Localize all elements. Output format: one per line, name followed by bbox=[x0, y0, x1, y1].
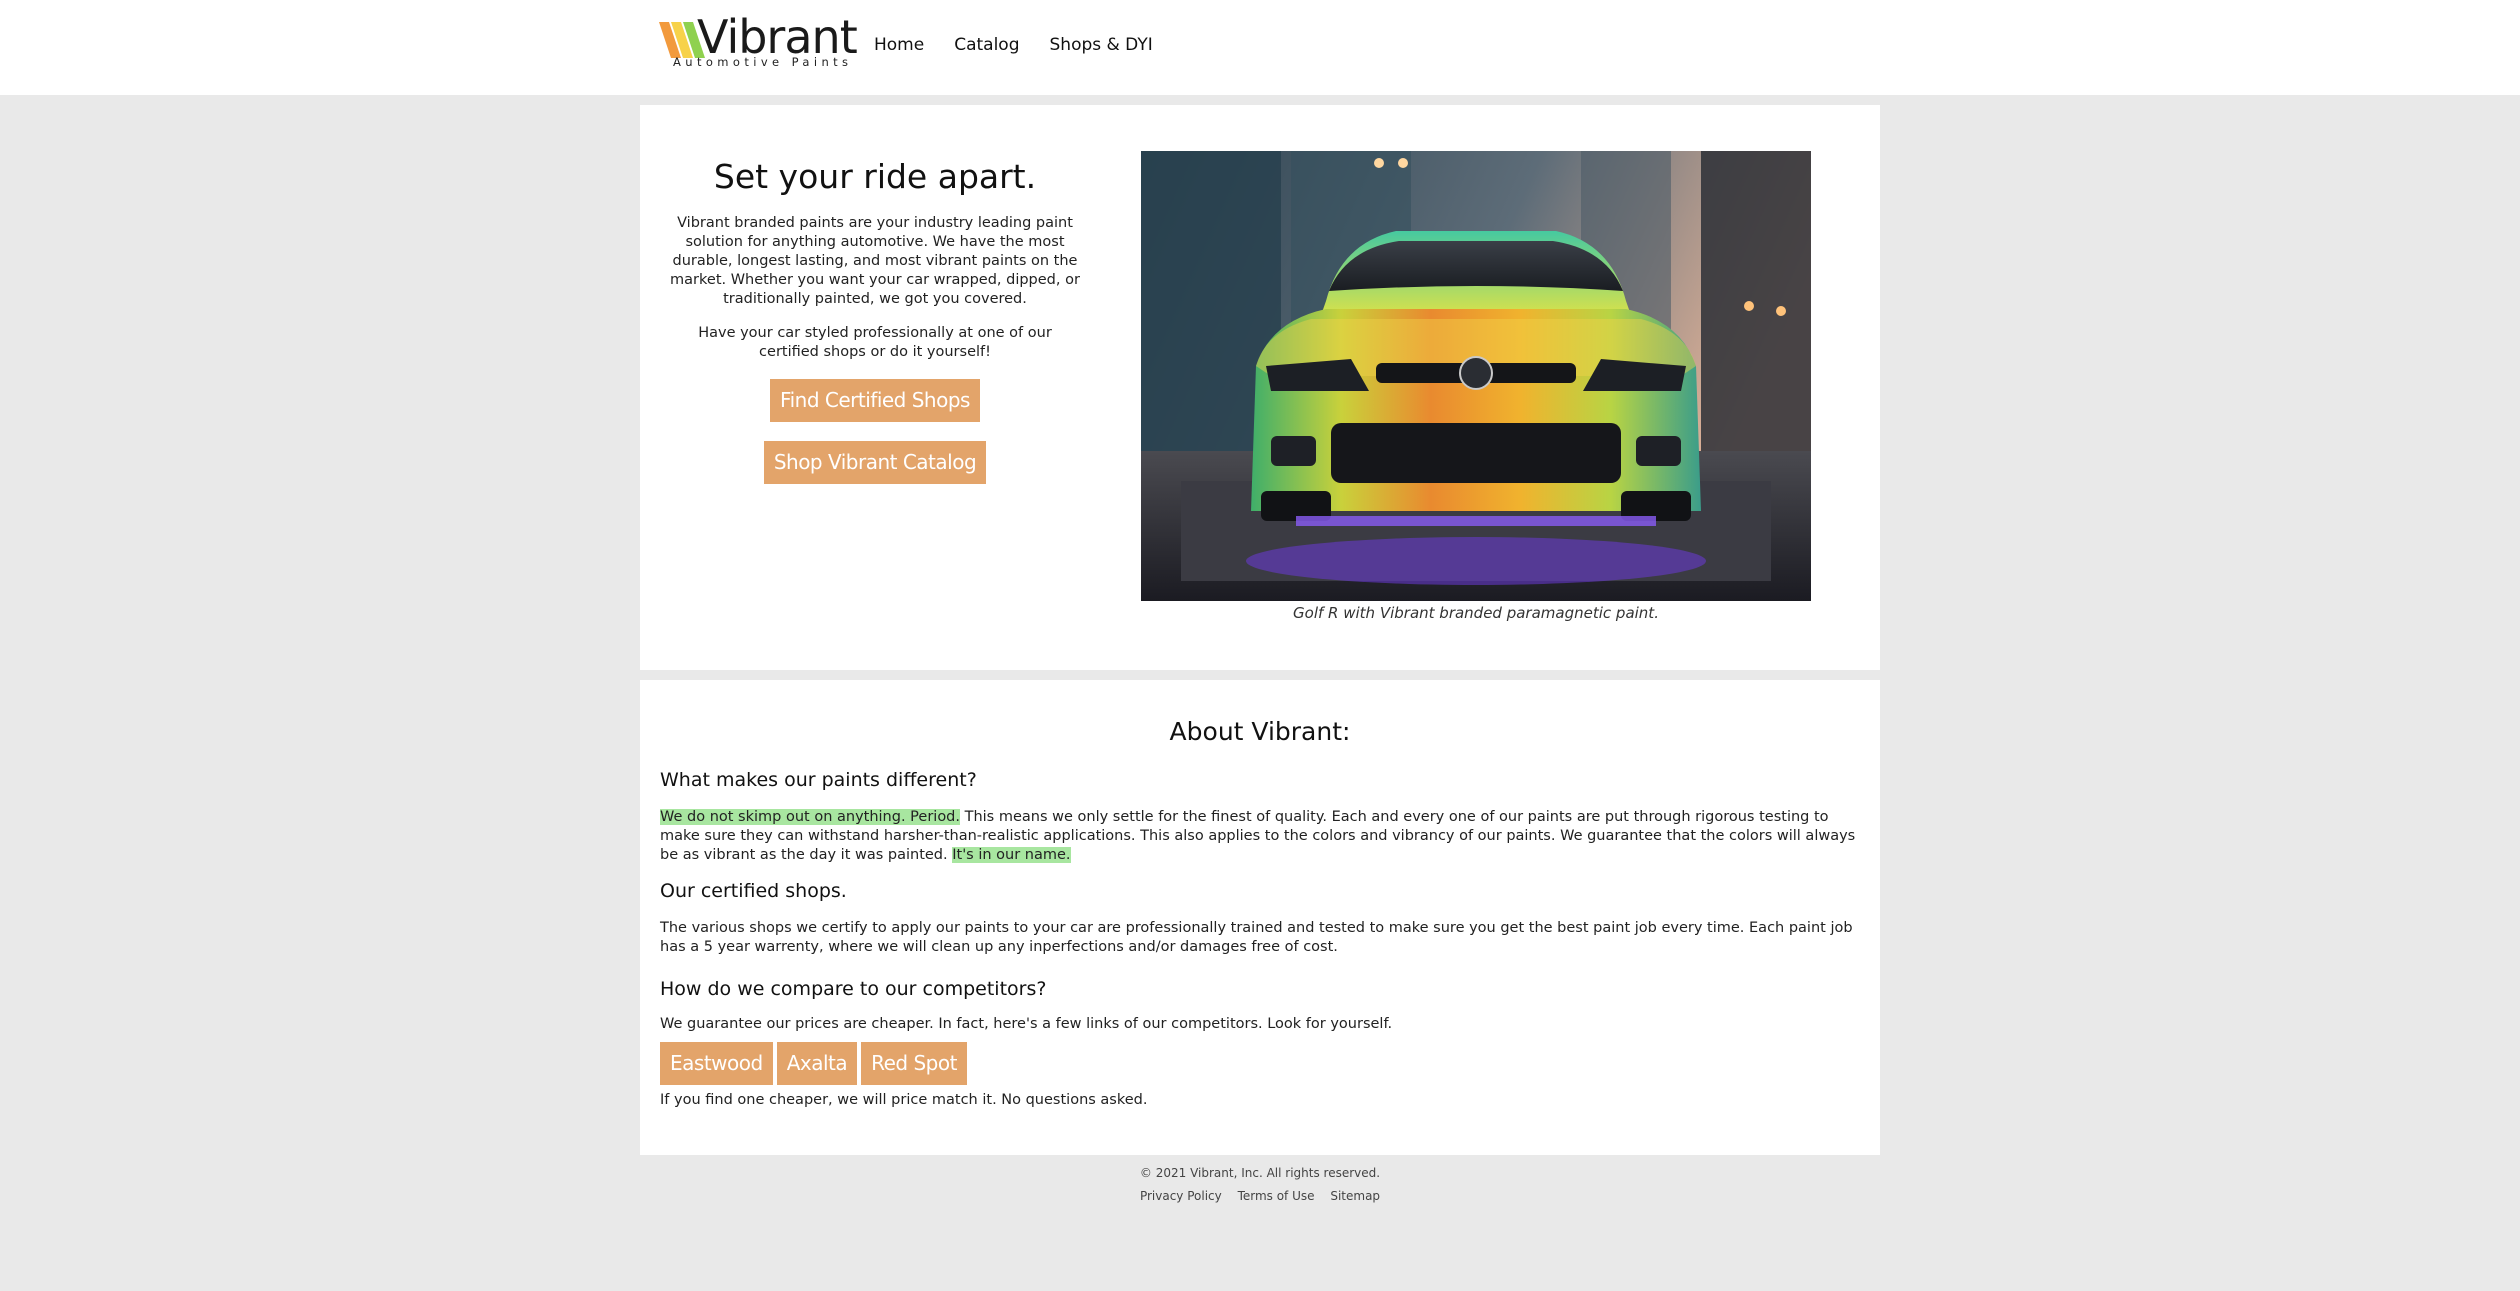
about-section: About Vibrant: What makes our paints dif… bbox=[640, 680, 1880, 1155]
competitor-eastwood-button[interactable]: Eastwood bbox=[660, 1042, 773, 1085]
hero-text: Set your ride apart. Vibrant branded pai… bbox=[670, 155, 1080, 484]
nav-home[interactable]: Home bbox=[874, 34, 924, 56]
section-heading-certified-shops: Our certified shops. bbox=[660, 880, 847, 902]
car-photo-caption: Golf R with Vibrant branded paramagnetic… bbox=[1293, 604, 1659, 622]
competitor-red-spot-button[interactable]: Red Spot bbox=[861, 1042, 967, 1085]
shop-vibrant-catalog-button[interactable]: Shop Vibrant Catalog bbox=[763, 441, 987, 484]
about-body: What makes our paints different? We do n… bbox=[660, 768, 1860, 1110]
highlight-text: It's in our name. bbox=[952, 847, 1071, 863]
highlight-text: We do not skimp out on anything. Period. bbox=[660, 809, 960, 825]
footer-link-sitemap[interactable]: Sitemap bbox=[1330, 1189, 1380, 1203]
nav-shops-dyi[interactable]: Shops & DYI bbox=[1050, 34, 1153, 56]
nav-catalog[interactable]: Catalog bbox=[954, 34, 1019, 56]
find-certified-shops-button[interactable]: Find Certified Shops bbox=[770, 379, 980, 422]
about-title: About Vibrant: bbox=[1169, 717, 1351, 746]
vibrant-logo[interactable]: Vibrant Automotive Paints bbox=[659, 10, 858, 72]
footer-link-terms[interactable]: Terms of Use bbox=[1238, 1189, 1315, 1203]
footer-link-privacy[interactable]: Privacy Policy bbox=[1140, 1189, 1222, 1203]
site-header: Vibrant Automotive Paints Home Catalog S… bbox=[0, 0, 2520, 95]
hero-section: Set your ride apart. Vibrant branded pai… bbox=[640, 105, 1880, 670]
site-footer: © 2021 Vibrant, Inc. All rights reserved… bbox=[0, 1166, 2520, 1203]
price-match-note: If you find one cheaper, we will price m… bbox=[660, 1092, 1148, 1108]
section-heading-competitors: How do we compare to our competitors? bbox=[660, 978, 1047, 1000]
copyright-text: © 2021 Vibrant, Inc. All rights reserved… bbox=[1139, 1166, 1381, 1180]
hero-title: Set your ride apart. bbox=[713, 157, 1037, 196]
footer-links: Privacy Policy Terms of Use Sitemap bbox=[0, 1189, 2520, 1203]
hero-buttons: Find Certified Shops Shop Vibrant Catalo… bbox=[670, 362, 1080, 484]
car-image bbox=[1141, 151, 1811, 601]
main-nav: Home Catalog Shops & DYI bbox=[874, 34, 1183, 56]
competitor-axalta-button[interactable]: Axalta bbox=[776, 1042, 858, 1085]
logo-tagline: Automotive Paints bbox=[673, 55, 853, 69]
car-photo bbox=[1141, 151, 1811, 601]
competitor-links: Eastwood Axalta Red Spot bbox=[660, 1042, 1860, 1085]
hero-paragraph-2: Have your car styled professionally at o… bbox=[698, 325, 1052, 360]
section-text-different: We do not skimp out on anything. Period.… bbox=[660, 808, 1860, 865]
hero-paragraph-1: Vibrant branded paints are your industry… bbox=[670, 215, 1080, 307]
section-heading-different: What makes our paints different? bbox=[660, 769, 977, 791]
section-text-competitors: We guarantee our prices are cheaper. In … bbox=[660, 1016, 1393, 1032]
section-text-certified-shops: The various shops we certify to apply ou… bbox=[660, 920, 1853, 955]
